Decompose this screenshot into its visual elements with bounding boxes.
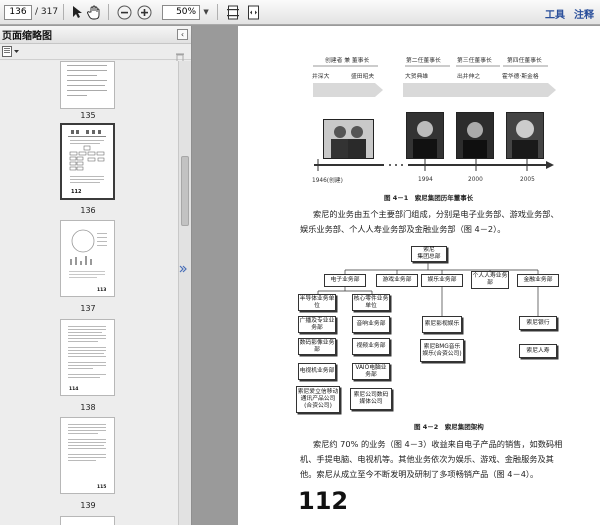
thumbnail-label: 136: [80, 206, 96, 215]
org-electronics-box: 电子业务部: [324, 274, 366, 287]
page-thumbnail[interactable]: [60, 61, 115, 109]
panel-splitter-handle[interactable]: [179, 262, 187, 276]
org-electronics-unit: 索尼爱立信移动通讯产品公司(合资公司): [296, 386, 340, 413]
org-finance-unit: 索尼银行: [519, 316, 557, 330]
hand-tool-icon[interactable]: [85, 3, 103, 21]
paragraph-2-line-3: 他。索尼从成立至今不断发明及研制了多项畅销产品（图 4－4）。: [300, 469, 539, 479]
org-finance-unit: 索尼人寿: [519, 344, 557, 358]
org-electronics-unit: 核心零件业务单位: [352, 294, 390, 311]
comment-menu[interactable]: 注释: [574, 6, 594, 21]
page-thumbnail-selected[interactable]: 112: [60, 123, 115, 200]
org-electronics-unit: 视频业务部: [352, 338, 390, 355]
page-thumbnail[interactable]: 115: [60, 417, 115, 494]
page-number-input[interactable]: [4, 4, 32, 20]
org-entertainment-unit: 索尼影视娱乐: [422, 316, 462, 333]
thumbnail-scrollbar[interactable]: [178, 61, 191, 525]
fit-width-icon[interactable]: [243, 3, 263, 21]
page-thumbnail[interactable]: 113: [60, 220, 115, 297]
thumbnail-label: 137: [80, 304, 96, 313]
svg-text:115: 115: [97, 484, 106, 490]
thumbnails-panel: 页面缩略图 ‹ 135 112 136 113 137 114 138 115 …: [0, 26, 192, 525]
org-electronics-unit: 音响业务部: [352, 316, 390, 333]
org-finance-box: 金融业务部: [517, 274, 559, 287]
options-icon[interactable]: [2, 46, 20, 57]
thumbnail-label: 135: [80, 111, 96, 120]
panel-tools: [0, 44, 191, 63]
chevron-down-icon[interactable]: ▼: [200, 3, 212, 21]
pdf-reader-window: / 317 ▼ 工具 注释 页面缩略图 ‹: [0, 0, 600, 525]
zoom-in-icon[interactable]: [134, 3, 154, 21]
org-life-box: 个人人寿业务部: [471, 271, 509, 289]
org-entertainment-unit: 索尼BMG音乐娱乐(合资公司): [420, 339, 464, 362]
paragraph-2-line-2: 机、手提电脑、电视机等。其他业务依次为娱乐、游戏、金融服务及其: [300, 454, 554, 464]
document-page: 创建者 兼 董事长 井深大 盛田昭夫 第二任董事长 大贺典雄 第三任董事长 出井…: [238, 26, 600, 525]
thumbnail-label: 138: [80, 403, 96, 412]
paragraph-2-line-1: 索尼约 70% 的业务（图 4－3）收益来自电子产品的销售，如数码相: [313, 439, 563, 449]
org-electronics-unit: 索尼公司数码媒体公司: [350, 388, 392, 410]
svg-text:114: 114: [69, 386, 78, 392]
zoom-out-icon[interactable]: [114, 3, 134, 21]
org-entertainment-box: 娱乐业务部: [421, 274, 463, 287]
thumbnail-label: 139: [80, 501, 96, 510]
select-arrow-icon[interactable]: [69, 3, 85, 21]
collapse-icon[interactable]: ‹: [177, 29, 188, 40]
fit-page-icon[interactable]: [223, 3, 243, 21]
panel-title: 页面缩略图: [0, 26, 191, 44]
scrollbar-thumb[interactable]: [181, 156, 189, 226]
org-root-box: 索尼 集团总部: [411, 246, 447, 262]
thumbnail-list[interactable]: 135 112 136 113 137 114 138 115 139: [0, 61, 178, 525]
zoom-level-input[interactable]: [162, 4, 201, 20]
tools-menu[interactable]: 工具: [545, 6, 565, 21]
toolbar: / 317 ▼ 工具 注释: [0, 0, 600, 25]
toolbar-divider: [217, 4, 219, 20]
org-electronics-unit: 广播及专业业务部: [298, 316, 336, 333]
toolbar-divider: [108, 4, 110, 20]
org-electronics-unit: VAIO电脑业务部: [352, 363, 390, 380]
page-total: / 317: [35, 7, 59, 17]
page-thumbnail[interactable]: [60, 516, 115, 525]
svg-text:112: 112: [71, 189, 82, 195]
org-electronics-unit: 数码影像业务部: [298, 338, 336, 355]
svg-text:113: 113: [97, 287, 106, 293]
org-chart-connectors: [317, 262, 539, 316]
org-electronics-unit: 半导体业务单位: [298, 294, 336, 311]
page-number: 112: [298, 487, 349, 515]
org-electronics-unit: 电视机业务部: [298, 363, 336, 380]
org-games-box: 游戏业务部: [376, 274, 418, 287]
toolbar-divider: [63, 4, 65, 20]
page-thumbnail[interactable]: 114: [60, 319, 115, 396]
figure-2-caption: 图 4－2 索尼集团架构: [414, 423, 484, 431]
